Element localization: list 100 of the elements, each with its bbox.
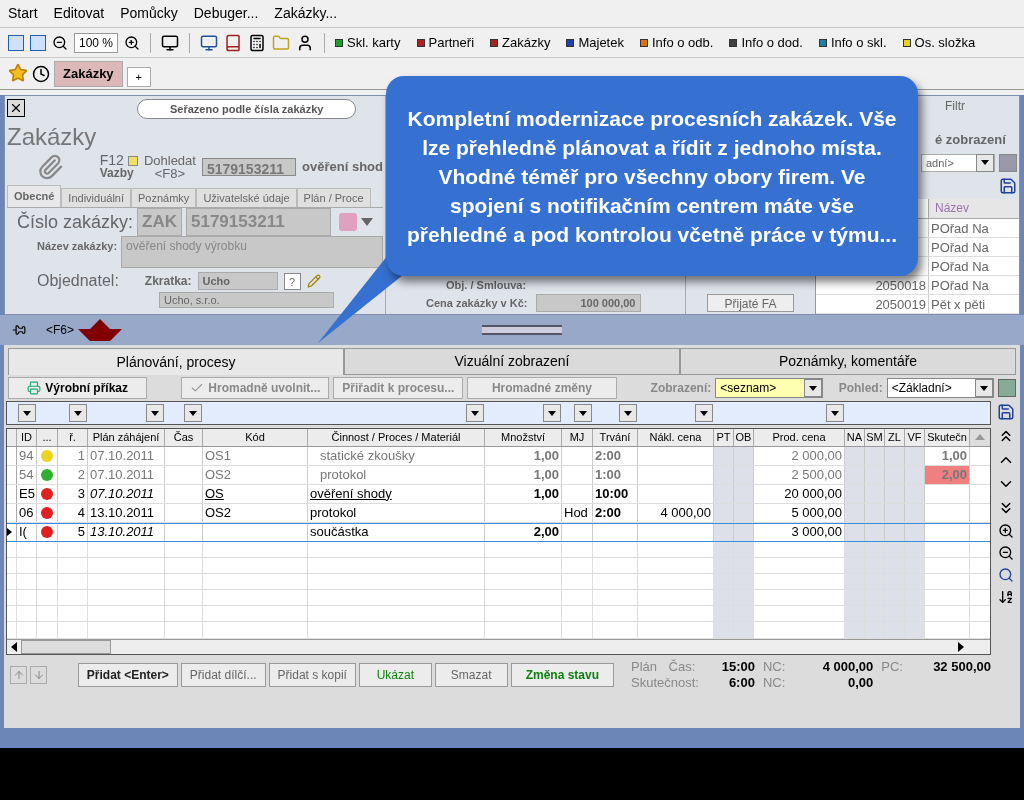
- column-header[interactable]: NA: [845, 429, 865, 446]
- customer-field[interactable]: Ucho, s.r.o.: [159, 292, 334, 308]
- action-button[interactable]: Přidat <Enter>: [77, 663, 178, 687]
- shortcut-icon[interactable]: [416, 38, 425, 47]
- action-button[interactable]: Přidat s kopií: [268, 663, 356, 687]
- table-row[interactable]: I( 5 13.10.2011 součástka 2,00 3 000,00: [7, 522, 990, 542]
- shortcut-icon[interactable]: [818, 38, 827, 47]
- pin-icon[interactable]: [12, 323, 26, 337]
- perspective-select[interactable]: <Základní>: [886, 378, 995, 398]
- dropdown-button[interactable]: [695, 404, 713, 422]
- column-header[interactable]: Kód: [203, 429, 308, 446]
- view-select[interactable]: adní>: [921, 153, 995, 172]
- shortcut-icon[interactable]: [566, 38, 575, 47]
- shortcut-icon[interactable]: [490, 38, 499, 47]
- edit-icon[interactable]: [306, 274, 321, 288]
- close-button[interactable]: [7, 99, 25, 117]
- dropdown-button[interactable]: [803, 379, 822, 397]
- column-header[interactable]: SM: [865, 429, 885, 446]
- help-button[interactable]: ?: [283, 272, 301, 290]
- dropdown-button[interactable]: [146, 404, 164, 422]
- column-header[interactable]: Činnost / Proces / Materiál: [308, 429, 485, 446]
- dropdown-button[interactable]: [975, 379, 994, 397]
- column-header[interactable]: ...: [37, 429, 58, 446]
- table-row[interactable]: 06 4 13.10.2011 OS2 protokol Hod 2:00 4 000,00 5 000,00: [7, 503, 990, 523]
- shortcut-icon[interactable]: [729, 38, 738, 47]
- action-button[interactable]: Ukázat: [358, 663, 432, 687]
- column-header[interactable]: OB: [734, 429, 754, 446]
- form-tab[interactable]: Plán / Proce: [296, 188, 371, 207]
- dropdown-button[interactable]: [69, 404, 87, 422]
- toolbar-button[interactable]: Výrobní příkaz: [8, 377, 148, 399]
- dropdown-button[interactable]: [184, 404, 202, 422]
- dropdown-arrow-icon[interactable]: [361, 218, 373, 226]
- list-view-icon[interactable]: [30, 34, 46, 51]
- column-header[interactable]: Plán záhájení: [88, 429, 165, 446]
- search-icon[interactable]: [997, 567, 1014, 583]
- short-field[interactable]: Ucho: [197, 271, 278, 291]
- dropdown-button[interactable]: [826, 404, 844, 422]
- section-tab[interactable]: Poznámky, komentáře: [680, 348, 1016, 375]
- table-row[interactable]: 94 1 07.10.2011 OS1 statické zkoušky 1,00 2:00 2 000,00 1,00: [7, 446, 990, 466]
- arrow-icon[interactable]: [78, 319, 123, 341]
- action-button[interactable]: Smazat: [434, 663, 508, 687]
- shortcut-icon[interactable]: [902, 38, 911, 47]
- column-header[interactable]: Trvání: [593, 429, 638, 446]
- dropdown-button[interactable]: [543, 404, 561, 422]
- filter-row[interactable]: [6, 401, 991, 425]
- column-header[interactable]: Nákl. cena: [638, 429, 714, 446]
- column-header[interactable]: VF: [905, 429, 925, 446]
- shortcut-link[interactable]: Majetek: [578, 32, 624, 53]
- dropdown-button[interactable]: [466, 404, 484, 422]
- view-mode-select[interactable]: <seznam>: [715, 378, 823, 398]
- dropdown-button[interactable]: [619, 404, 637, 422]
- column-header[interactable]: PT: [714, 429, 734, 446]
- column-header[interactable]: ZL: [885, 429, 905, 446]
- menu-item[interactable]: Debuger...: [193, 3, 259, 24]
- menu-item[interactable]: Zakázky...: [274, 3, 338, 24]
- menu-item[interactable]: Start: [8, 3, 38, 24]
- zoom-out-icon[interactable]: [997, 545, 1014, 561]
- paperclip-icon[interactable]: [37, 153, 64, 181]
- form-tab[interactable]: Poznámky: [131, 188, 197, 207]
- scrollbar-thumb[interactable]: [21, 639, 111, 654]
- shortcut-link[interactable]: Skl. karty: [347, 32, 401, 53]
- column-header[interactable]: MJ: [562, 429, 593, 446]
- dropdown-button[interactable]: [18, 404, 36, 422]
- grid-view-icon[interactable]: [8, 34, 24, 51]
- shortcut-link[interactable]: Info o odb.: [651, 32, 714, 53]
- menu-item[interactable]: Editovat: [53, 3, 105, 24]
- table-row[interactable]: 54 2 07.10.2011 OS2 protokol 1,00 1:00 2 500,00 2,00: [7, 465, 990, 485]
- zoom-field[interactable]: 100 %: [74, 32, 119, 53]
- column-header[interactable]: Prod. cena: [754, 429, 845, 446]
- received-invoices-button[interactable]: Přijaté FA: [707, 294, 794, 312]
- column-header[interactable]: ID: [17, 429, 37, 446]
- save-icon[interactable]: [996, 403, 1015, 421]
- section-tab[interactable]: Plánování, procesy: [8, 348, 344, 375]
- document-tab[interactable]: Zakázky: [54, 61, 123, 87]
- history-icon[interactable]: [32, 65, 50, 83]
- form-tab[interactable]: Individuální: [61, 188, 131, 207]
- section-tab[interactable]: Vizuální zobrazení: [344, 348, 680, 375]
- column-header[interactable]: Množství: [485, 429, 562, 446]
- shortcut-icon[interactable]: [335, 38, 344, 47]
- table-row[interactable]: E5 3 07.10.2011 OS ověření shody 1,00 10:00 20 000,00: [7, 484, 990, 504]
- shortcut-link[interactable]: Info o skl.: [830, 32, 887, 53]
- column-header[interactable]: ř.: [58, 429, 88, 446]
- price-field[interactable]: 100 000,00: [535, 293, 641, 312]
- new-tab-button[interactable]: +: [126, 67, 152, 87]
- vazby-link[interactable]: Vazby: [99, 167, 138, 180]
- dropdown-button[interactable]: [574, 404, 592, 422]
- zoom-in-icon[interactable]: [997, 523, 1014, 539]
- column-header[interactable]: Čas: [165, 429, 203, 446]
- save-icon[interactable]: [999, 176, 1017, 195]
- form-tab[interactable]: Uživatelské údaje: [196, 188, 297, 207]
- dropdown-button[interactable]: [976, 153, 994, 172]
- monitor-icon[interactable]: [200, 33, 219, 52]
- shortcut-link[interactable]: Partneři: [428, 32, 475, 53]
- book-icon[interactable]: [224, 33, 243, 52]
- shortcut-link[interactable]: Info o dod.: [741, 32, 803, 53]
- zoom-out-icon[interactable]: [52, 34, 68, 51]
- zoom-in-icon[interactable]: [124, 34, 141, 51]
- shortcut-icon[interactable]: [639, 38, 648, 47]
- splitter-handle[interactable]: [482, 325, 563, 335]
- link-icon[interactable]: [127, 155, 138, 166]
